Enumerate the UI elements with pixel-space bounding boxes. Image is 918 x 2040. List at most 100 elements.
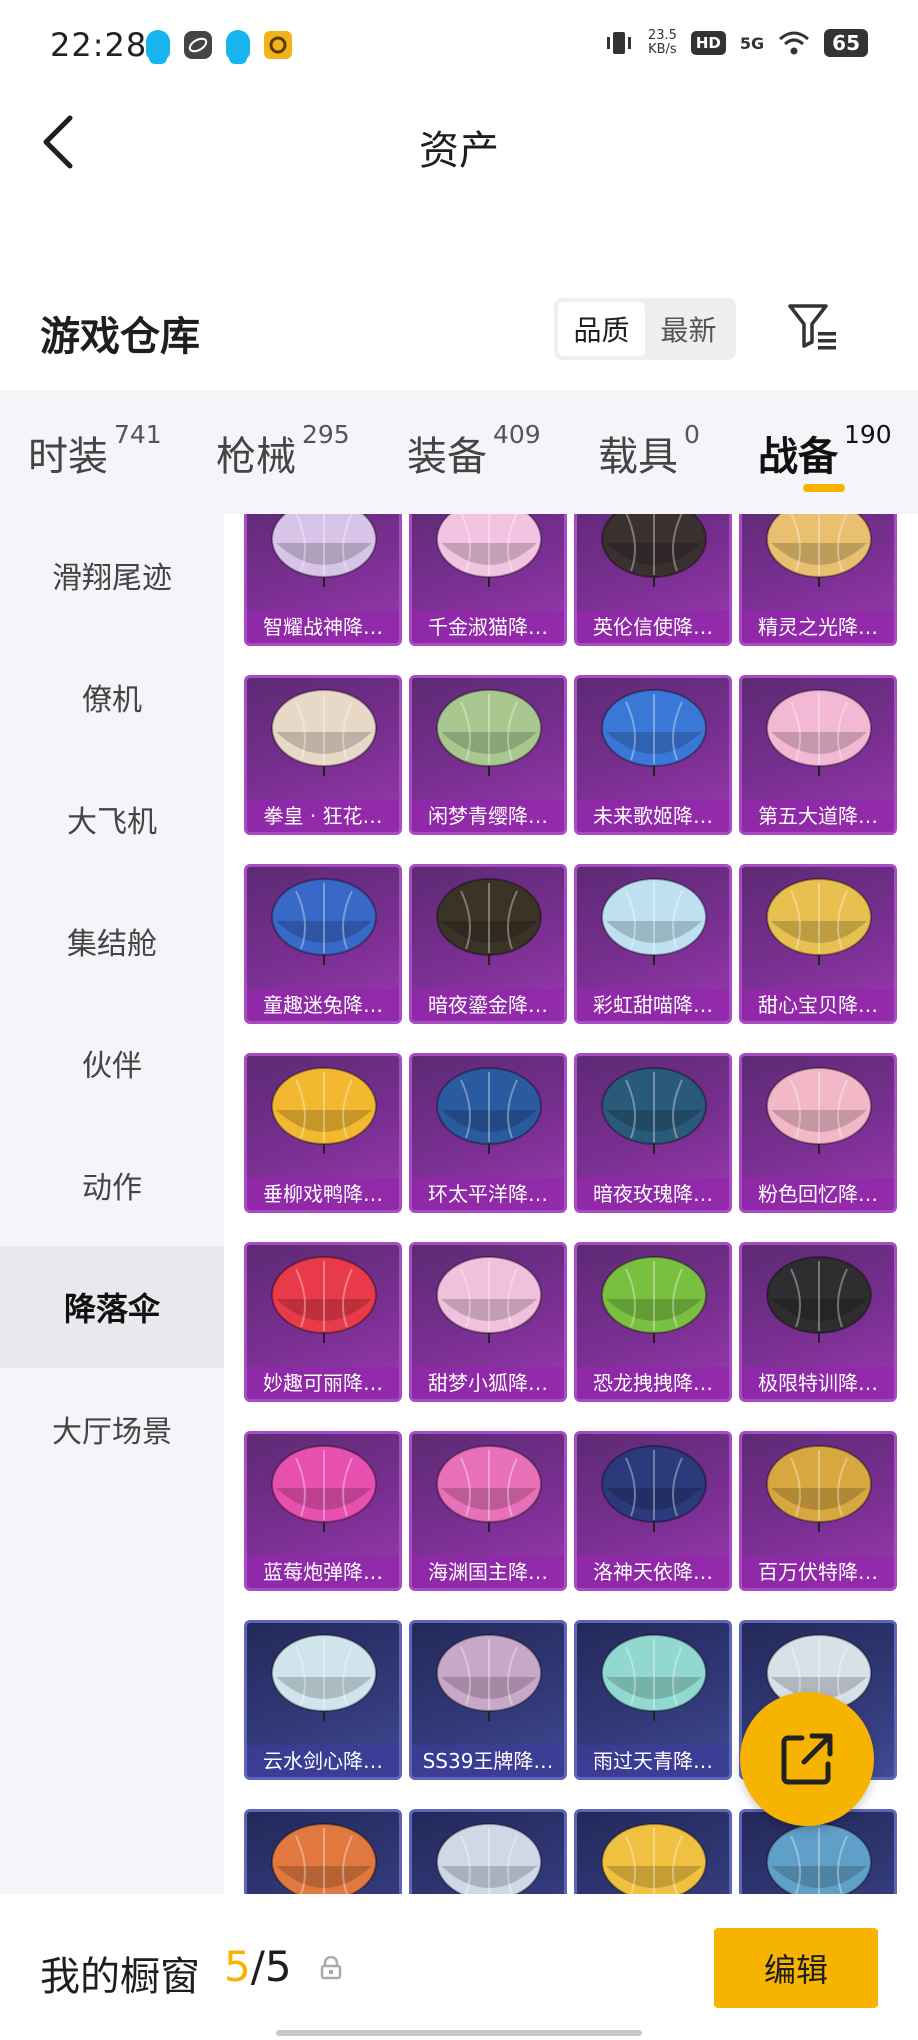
app-notification-icon: [184, 31, 212, 59]
parachute-icon: [271, 878, 377, 965]
hd-badge: HD: [690, 31, 726, 55]
parachute-name: 暗夜玫瑰降…: [577, 1178, 729, 1210]
parachute-card[interactable]: 雨过天青降…: [574, 1620, 732, 1780]
parachute-icon: [766, 878, 872, 965]
parachute-card[interactable]: 蓝莓炮弹降…: [244, 1431, 402, 1591]
parachute-card[interactable]: 百万伏特降…: [739, 1431, 897, 1591]
parachute-icon: [601, 1634, 707, 1721]
edit-button[interactable]: 编辑: [714, 1928, 878, 2008]
parachute-icon: [271, 1067, 377, 1154]
parachute-card[interactable]: 智耀战神降…: [244, 514, 402, 646]
parachute-name: 极限特训降…: [742, 1367, 894, 1399]
parachute-name: 妙趣可丽降…: [247, 1367, 399, 1399]
battery-indicator: 65: [824, 29, 868, 57]
qq-icon: [146, 30, 170, 64]
parachute-name: 雨过天青降…: [577, 1745, 729, 1777]
sort-quality-button[interactable]: 品质: [558, 302, 645, 356]
sort-newest-button[interactable]: 最新: [645, 302, 732, 356]
tab-fashion[interactable]: 时装 741: [28, 420, 162, 482]
parachute-icon: [601, 514, 707, 587]
share-button[interactable]: [740, 1692, 874, 1826]
wifi-icon: [779, 31, 810, 55]
parachute-card[interactable]: 彩虹甜喵降…: [574, 864, 732, 1024]
parachute-icon: [271, 1256, 377, 1343]
parachute-card[interactable]: 洛神天依降…: [574, 1431, 732, 1591]
sidebar-item-glide-trail[interactable]: 滑翔尾迹: [0, 514, 224, 636]
share-external-icon: [781, 1733, 833, 1785]
home-indicator[interactable]: [276, 2030, 642, 2036]
parachute-icon: [436, 878, 542, 965]
tab-readiness[interactable]: 战备 190: [758, 420, 892, 482]
parachute-name: 粉色回忆降…: [742, 1178, 894, 1210]
parachute-card[interactable]: 千金淑猫降…: [409, 514, 567, 646]
parachute-card[interactable]: 粉色回忆降…: [739, 1053, 897, 1213]
parachute-card[interactable]: 暗夜鎏金降…: [409, 864, 567, 1024]
parachute-name: SS39王牌降…: [412, 1745, 564, 1777]
parachute-card[interactable]: 环太平洋降…: [409, 1053, 567, 1213]
parachute-name: 智耀战神降…: [247, 611, 399, 643]
parachute-name: 百万伏特降…: [742, 1556, 894, 1588]
parachute-card[interactable]: 恐龙拽拽降…: [574, 1242, 732, 1402]
parachute-icon: [601, 1256, 707, 1343]
parachute-name: 第五大道降…: [742, 800, 894, 832]
parachute-icon: [601, 689, 707, 776]
sidebar-item-emote[interactable]: 动作: [0, 1124, 224, 1246]
parachute-card[interactable]: 妙趣可丽降…: [244, 1242, 402, 1402]
parachute-icon: [601, 1823, 707, 1894]
parachute-name: 垂柳戏鸭降…: [247, 1178, 399, 1210]
showcase-label: 我的橱窗: [40, 1954, 200, 2000]
qq-icon: [226, 30, 250, 64]
parachute-card[interactable]: 拳皇 · 狂花…: [244, 675, 402, 835]
item-grid: 智耀战神降… 千金淑猫降… 英伦信使降… 精灵之光降… 拳皇 · 狂花… 闲梦青缨降… 未来…: [224, 514, 918, 1894]
parachute-card[interactable]: 暗夜玫瑰降…: [574, 1053, 732, 1213]
sidebar-item-lobby-scene[interactable]: 大厅场景: [0, 1368, 224, 1490]
parachute-icon: [271, 1823, 377, 1894]
showcase-bar: 我的橱窗 5/5 编辑: [0, 1894, 918, 2040]
parachute-name: 英伦信使降…: [577, 611, 729, 643]
parachute-card[interactable]: 闲梦青缨降…: [409, 675, 567, 835]
sidebar-item-wingman[interactable]: 僚机: [0, 636, 224, 758]
parachute-card[interactable]: 童趣迷兔降…: [244, 864, 402, 1024]
parachute-icon: [601, 1445, 707, 1532]
sidebar-item-companion[interactable]: 伙伴: [0, 1002, 224, 1124]
vibrate-icon: [606, 32, 631, 54]
filter-list-icon[interactable]: [786, 302, 840, 352]
parachute-card[interactable]: 海渊国主降…: [409, 1431, 567, 1591]
parachute-name: 千金淑猫降…: [412, 611, 564, 643]
parachute-card[interactable]: [409, 1809, 567, 1894]
tab-guns[interactable]: 枪械 295: [216, 420, 350, 482]
parachute-card[interactable]: 极限特训降…: [739, 1242, 897, 1402]
sidebar-item-big-plane[interactable]: 大飞机: [0, 758, 224, 880]
sidebar-item-parachute[interactable]: 降落伞: [0, 1246, 224, 1368]
sidebar-item-assembly-pod[interactable]: 集结舱: [0, 880, 224, 1002]
parachute-name: 甜梦小狐降…: [412, 1367, 564, 1399]
parachute-icon: [271, 689, 377, 776]
network-speed: 23.5 KB/s: [647, 28, 677, 57]
tab-vehicles[interactable]: 载具 0: [598, 420, 700, 482]
parachute-card[interactable]: 第五大道降…: [739, 675, 897, 835]
parachute-card[interactable]: [244, 1809, 402, 1894]
parachute-name: 精灵之光降…: [742, 611, 894, 643]
parachute-card[interactable]: 甜心宝贝降…: [739, 864, 897, 1024]
app-header: 资产: [0, 92, 918, 192]
status-bar: 22:28 23.5 KB/s HD 5G 65: [0, 0, 918, 92]
parachute-icon: [766, 1823, 872, 1894]
parachute-card[interactable]: [574, 1809, 732, 1894]
parachute-card[interactable]: 垂柳戏鸭降…: [244, 1053, 402, 1213]
parachute-icon: [436, 514, 542, 587]
parachute-icon: [271, 1445, 377, 1532]
sidebar: 滑翔尾迹 僚机 大飞机 集结舱 伙伴 动作 降落伞 大厅场景: [0, 514, 224, 1894]
parachute-name: 云水剑心降…: [247, 1745, 399, 1777]
parachute-name: 未来歌姬降…: [577, 800, 729, 832]
parachute-card[interactable]: 云水剑心降…: [244, 1620, 402, 1780]
parachute-card[interactable]: SS39王牌降…: [409, 1620, 567, 1780]
parachute-name: 环太平洋降…: [412, 1178, 564, 1210]
parachute-card[interactable]: 英伦信使降…: [574, 514, 732, 646]
parachute-icon: [766, 1067, 872, 1154]
tab-equipment[interactable]: 装备 409: [407, 420, 541, 482]
parachute-name: 甜心宝贝降…: [742, 989, 894, 1021]
parachute-card[interactable]: 未来歌姬降…: [574, 675, 732, 835]
parachute-name: 暗夜鎏金降…: [412, 989, 564, 1021]
parachute-card[interactable]: 甜梦小狐降…: [409, 1242, 567, 1402]
parachute-card[interactable]: 精灵之光降…: [739, 514, 897, 646]
